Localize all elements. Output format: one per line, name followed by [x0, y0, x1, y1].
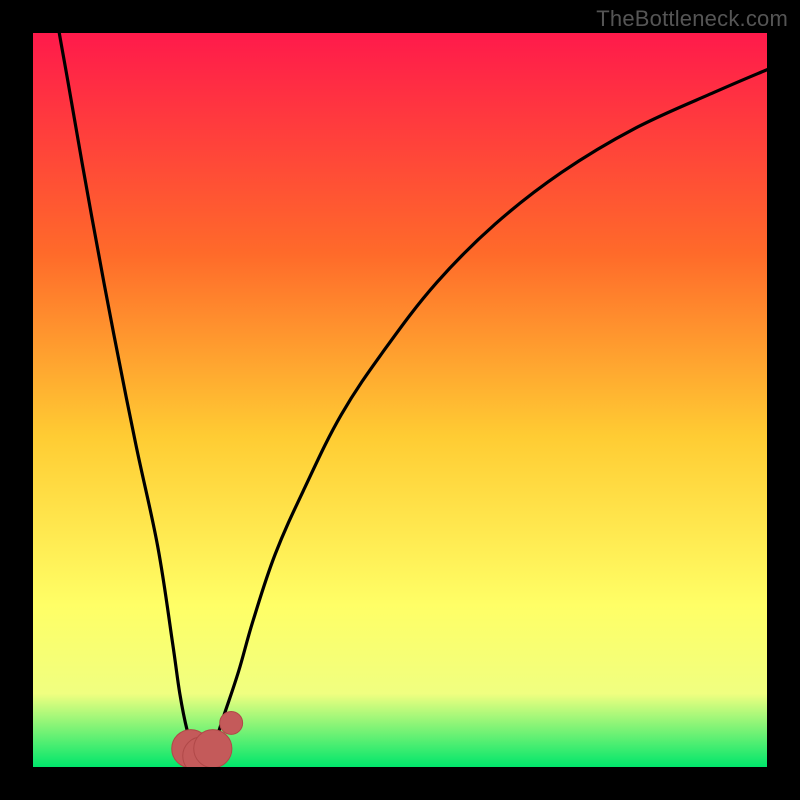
gradient-background [33, 33, 767, 767]
plot-area [33, 33, 767, 767]
outer-frame: TheBottleneck.com [0, 0, 800, 800]
secondary-point [220, 712, 243, 735]
min-region-right [194, 730, 232, 767]
watermark-text: TheBottleneck.com [596, 6, 788, 32]
chart-canvas [33, 33, 767, 767]
